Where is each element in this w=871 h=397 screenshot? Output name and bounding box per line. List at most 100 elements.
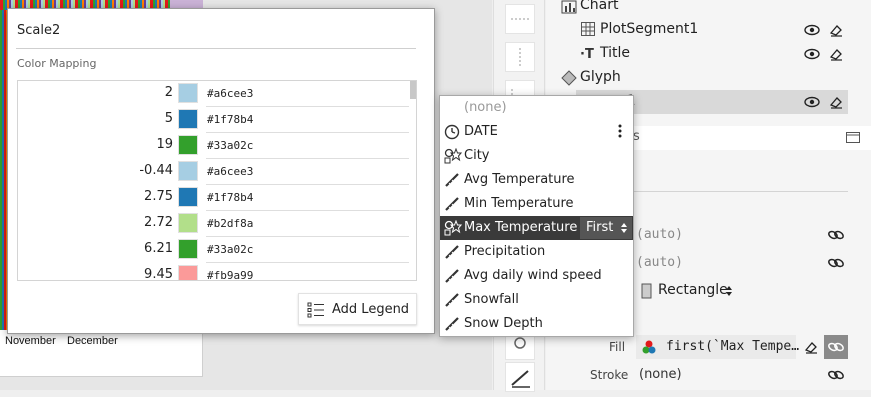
color-hex[interactable]: #33a02c (207, 243, 253, 256)
scale-editor-popup: Scale2 Color Mapping 2 #a6cee3 5 #1f78b4… (7, 8, 435, 334)
color-mapping-label: Color Mapping (17, 57, 97, 70)
height-input[interactable]: (auto) (636, 255, 683, 270)
text-icon: ·T (580, 47, 594, 60)
divider (16, 48, 416, 49)
eye-icon[interactable] (804, 48, 820, 60)
color-swatch[interactable] (178, 135, 198, 155)
aggregation-select[interactable]: First (580, 217, 632, 239)
menu-item-label: Max Temperature (464, 220, 578, 235)
eraser-icon[interactable] (828, 22, 844, 38)
mapping-value: 5 (164, 111, 173, 126)
menu-item-label: DATE (464, 124, 498, 139)
stroke-value[interactable]: (none) (639, 367, 682, 382)
color-swatch[interactable] (178, 239, 198, 259)
eye-icon[interactable] (804, 24, 820, 36)
fill-mapping-field[interactable]: first(`Max Tempe… (636, 335, 800, 359)
tree-item-title[interactable]: Title (600, 45, 630, 61)
menu-item-snowfall[interactable]: Snowfall (440, 288, 633, 312)
fill-link-button[interactable] (824, 335, 848, 359)
tool-guide-y-button[interactable] (505, 42, 535, 72)
line-tool-icon (511, 370, 530, 388)
mapping-row: 5 #1f78b4 (18, 107, 409, 133)
eye-icon[interactable] (804, 96, 820, 108)
color-swatch[interactable] (178, 265, 198, 280)
mapping-row: -0.44 #a6cee3 (18, 159, 409, 185)
menu-item-avg-wind-speed[interactable]: Avg daily wind speed (440, 264, 633, 288)
menu-item-max-temperature[interactable]: Max Temperature First (440, 216, 633, 240)
color-swatch[interactable] (178, 213, 198, 233)
menu-item-label: Precipitation (464, 244, 546, 259)
guide-horizontal-icon (511, 18, 531, 20)
mapping-value: 9.45 (144, 267, 173, 281)
mapping-row: 2.72 #b2df8a (18, 211, 409, 237)
glyph-icon (561, 70, 577, 86)
fill-label: Fill (609, 340, 626, 354)
menu-item-none[interactable]: (none) (440, 96, 633, 120)
numeric-ruler-icon (445, 317, 459, 331)
updown-caret-icon (621, 223, 627, 233)
legend-icon (307, 302, 324, 318)
mapping-row: 2 #a6cee3 (18, 81, 409, 107)
color-hex[interactable]: #33a02c (207, 139, 253, 152)
tree-item-glyph[interactable]: Glyph (580, 69, 621, 85)
link-icon[interactable] (827, 368, 845, 382)
menu-item-date[interactable]: DATE (440, 120, 633, 144)
color-hex[interactable]: #1f78b4 (207, 113, 253, 126)
aggregation-value: First (586, 220, 614, 235)
chart-icon (561, 0, 577, 14)
color-swatch[interactable] (178, 83, 198, 103)
color-hex[interactable]: #a6cee3 (207, 87, 253, 100)
color-hex[interactable]: #fb9a99 (207, 269, 253, 280)
width-input[interactable]: (auto) (636, 227, 683, 242)
color-mapping-list[interactable]: 2 #a6cee3 5 #1f78b4 19 #33a02c -0.44 #a6… (17, 80, 417, 281)
stroke-label: Stroke (590, 368, 629, 382)
link-icon[interactable] (827, 228, 845, 242)
add-legend-label: Add Legend (332, 302, 410, 317)
scale-title[interactable]: Scale2 (17, 23, 60, 38)
mapping-value: 6.21 (144, 241, 173, 256)
rectangle-icon (641, 283, 652, 299)
eraser-icon[interactable] (828, 46, 844, 62)
tree-item-plotsegment[interactable]: PlotSegment1 (600, 21, 698, 37)
scrollbar-thumb[interactable] (410, 81, 416, 99)
menu-item-min-temperature[interactable]: Min Temperature (440, 192, 633, 216)
link-icon[interactable] (827, 256, 845, 270)
shape-select[interactable]: Rectangle (635, 280, 737, 302)
numeric-ruler-icon (445, 245, 459, 259)
menu-item-label: Snow Depth (464, 316, 543, 331)
divider (597, 191, 848, 192)
tool-line-button[interactable] (505, 362, 535, 392)
fill-mapping-value: first(`Max Tempe… (666, 339, 800, 354)
updown-caret-icon (726, 286, 732, 296)
color-hex[interactable]: #b2df8a (207, 217, 253, 230)
properties-header: s (597, 126, 871, 150)
mapping-row: 9.45 #fb9a99 (18, 263, 408, 281)
menu-item-label: Snowfall (464, 292, 519, 307)
color-swatch[interactable] (178, 109, 198, 129)
menu-item-label: Avg Temperature (464, 172, 575, 187)
categorical-icon (444, 220, 462, 236)
color-swatch[interactable] (178, 187, 198, 207)
color-swatch[interactable] (178, 161, 198, 181)
menu-item-city[interactable]: City (440, 144, 633, 168)
mapping-value: 2.75 (144, 189, 173, 204)
tool-guide-x-button[interactable] (505, 4, 535, 34)
menu-item-precipitation[interactable]: Precipitation (440, 240, 633, 264)
more-vertical-icon[interactable] (617, 123, 623, 139)
add-legend-button[interactable]: Add Legend (298, 293, 417, 325)
menu-item-label: City (464, 148, 490, 163)
month-label-november: November (5, 335, 56, 347)
eraser-icon[interactable] (828, 94, 844, 110)
color-hex[interactable]: #1f78b4 (207, 191, 253, 204)
menu-item-label: (none) (464, 100, 507, 115)
color-hex[interactable]: #a6cee3 (207, 165, 253, 178)
eraser-icon[interactable] (803, 339, 819, 355)
menu-item-avg-temperature[interactable]: Avg Temperature (440, 168, 633, 192)
mapping-value: 19 (156, 137, 173, 152)
menu-item-snow-depth[interactable]: Snow Depth (440, 312, 633, 336)
properties-header-label: s (633, 129, 640, 144)
tree-item-chart[interactable]: Chart (580, 0, 618, 13)
svg-text:·T: ·T (580, 47, 594, 60)
mapping-row: 2.75 #1f78b4 (18, 185, 409, 211)
window-icon[interactable] (846, 132, 860, 143)
